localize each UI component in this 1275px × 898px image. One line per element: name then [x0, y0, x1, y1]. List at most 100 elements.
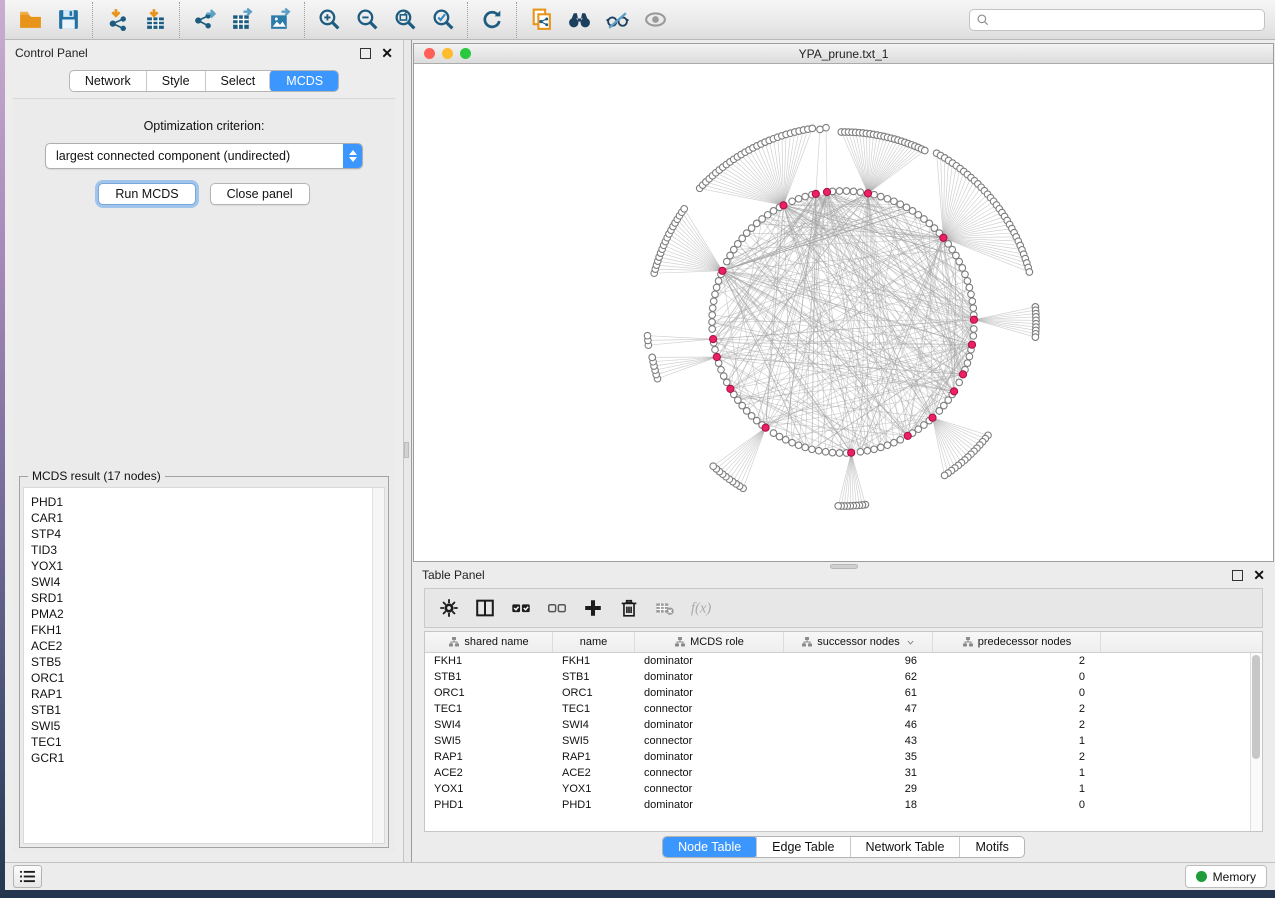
table-row-TEC1[interactable]: TEC1TEC1connector472 [425, 701, 1262, 717]
mcds-hub-node[interactable] [719, 267, 726, 274]
ring-node[interactable] [809, 446, 816, 453]
criterion-dropdown[interactable]: largest connected component (undirected) [45, 143, 363, 169]
zoom-fit-button[interactable] [386, 4, 424, 36]
ring-node[interactable] [884, 442, 891, 449]
float-table-panel-icon[interactable] [1232, 570, 1243, 581]
ring-node[interactable] [709, 305, 716, 312]
ring-node[interactable] [968, 291, 975, 298]
zoom-out-button[interactable] [348, 4, 386, 36]
select-all-rows-button[interactable] [503, 593, 539, 623]
horizontal-splitter-grip[interactable] [830, 564, 858, 569]
ring-node[interactable] [720, 373, 727, 380]
search-input[interactable] [990, 11, 1264, 29]
vertical-splitter[interactable] [403, 40, 412, 862]
table-row-FKH1[interactable]: FKH1FKH1dominator962 [425, 653, 1262, 669]
copy-network-button[interactable] [522, 4, 560, 36]
ring-node[interactable] [724, 258, 731, 265]
close-table-panel-icon[interactable]: ✕ [1253, 568, 1265, 582]
leaf-node[interactable] [1032, 334, 1039, 341]
tab-edge-table[interactable]: Edge Table [756, 837, 849, 857]
leaf-node[interactable] [1026, 269, 1033, 276]
ring-node[interactable] [776, 433, 783, 440]
column-header-successors[interactable]: successor nodes [784, 632, 933, 652]
mcds-hub-node[interactable] [823, 188, 830, 195]
ring-node[interactable] [718, 366, 725, 373]
mcds-node-item[interactable]: PHD1 [31, 494, 384, 510]
ring-node[interactable] [802, 444, 809, 451]
ring-node[interactable] [789, 439, 796, 446]
mcds-node-item[interactable]: TEC1 [31, 734, 384, 750]
ring-node[interactable] [857, 449, 864, 456]
find-network-button[interactable] [560, 4, 598, 36]
column-header-shared_name[interactable]: shared name [425, 632, 553, 652]
mcds-node-item[interactable]: YOX1 [31, 558, 384, 574]
ring-node[interactable] [712, 346, 719, 353]
ring-node[interactable] [964, 278, 971, 285]
deselect-all-rows-button[interactable] [539, 593, 575, 623]
leaf-node[interactable] [823, 124, 830, 131]
mcds-hub-node[interactable] [959, 371, 966, 378]
toggle-column-panel-button[interactable] [467, 593, 503, 623]
leaf-node[interactable] [681, 206, 688, 213]
export-network-button[interactable] [185, 4, 223, 36]
mcds-hub-node[interactable] [940, 234, 947, 241]
ring-node[interactable] [770, 208, 777, 215]
table-row-PHD1[interactable]: PHD1PHD1dominator180 [425, 797, 1262, 813]
ring-node[interactable] [903, 204, 910, 211]
table-settings-button[interactable] [431, 593, 467, 623]
mcds-hub-node[interactable] [727, 385, 734, 392]
import-network-button[interactable] [98, 4, 136, 36]
window-minimize-icon[interactable] [442, 48, 453, 59]
save-session-button[interactable] [49, 4, 87, 36]
column-header-role[interactable]: MCDS role [635, 632, 784, 652]
table-scrollbar-thumb[interactable] [1252, 655, 1260, 759]
table-row-YOX1[interactable]: YOX1YOX1connector291 [425, 781, 1262, 797]
ring-node[interactable] [850, 188, 857, 195]
ring-node[interactable] [770, 430, 777, 437]
ring-node[interactable] [857, 189, 864, 196]
tab-mcds[interactable]: MCDS [269, 70, 339, 92]
export-table-button[interactable] [223, 4, 261, 36]
ring-node[interactable] [829, 449, 836, 456]
add-column-button[interactable] [575, 593, 611, 623]
ring-node[interactable] [884, 196, 891, 203]
table-scrollbar[interactable] [1250, 653, 1262, 831]
mcds-node-item[interactable]: ORC1 [31, 670, 384, 686]
ring-node[interactable] [970, 305, 977, 312]
ring-node[interactable] [789, 198, 796, 205]
leaf-node[interactable] [809, 125, 816, 132]
zoom-selected-button[interactable] [424, 4, 462, 36]
close-panel-icon[interactable]: ✕ [381, 46, 393, 60]
mcds-node-item[interactable]: TID3 [31, 542, 384, 558]
refresh-layout-button[interactable] [473, 4, 511, 36]
column-header-predecessors[interactable]: predecessor nodes [933, 632, 1101, 652]
mcds-hub-node[interactable] [864, 190, 871, 197]
mcds-hub-node[interactable] [713, 353, 720, 360]
ring-node[interactable] [713, 284, 720, 291]
ring-node[interactable] [959, 265, 966, 272]
mcds-hub-node[interactable] [904, 432, 911, 439]
hide-graphics-details-button[interactable] [598, 4, 636, 36]
table-row-SWI4[interactable]: SWI4SWI4dominator462 [425, 717, 1262, 733]
ring-node[interactable] [969, 298, 976, 305]
ring-node[interactable] [795, 442, 802, 449]
splitter-grip[interactable] [404, 442, 409, 458]
mcds-hub-node[interactable] [848, 449, 855, 456]
network-graph[interactable] [414, 64, 1273, 560]
ring-node[interactable] [715, 278, 722, 285]
ring-node[interactable] [836, 450, 843, 457]
mcds-node-item[interactable]: STP4 [31, 526, 384, 542]
mcds-hub-node[interactable] [929, 414, 936, 421]
zoom-in-button[interactable] [310, 4, 348, 36]
mcds-hub-node[interactable] [780, 202, 787, 209]
mcds-node-item[interactable]: SWI4 [31, 574, 384, 590]
table-row-RAP1[interactable]: RAP1RAP1dominator352 [425, 749, 1262, 765]
mcds-list-scrollbar[interactable] [372, 488, 384, 843]
run-mcds-button[interactable]: Run MCDS [98, 183, 195, 205]
search-field[interactable] [969, 9, 1265, 31]
show-graphics-details-button[interactable] [636, 4, 674, 36]
memory-button[interactable]: Memory [1185, 865, 1267, 888]
ring-node[interactable] [795, 196, 802, 203]
mcds-hub-node[interactable] [710, 336, 717, 343]
ring-node[interactable] [962, 271, 969, 278]
